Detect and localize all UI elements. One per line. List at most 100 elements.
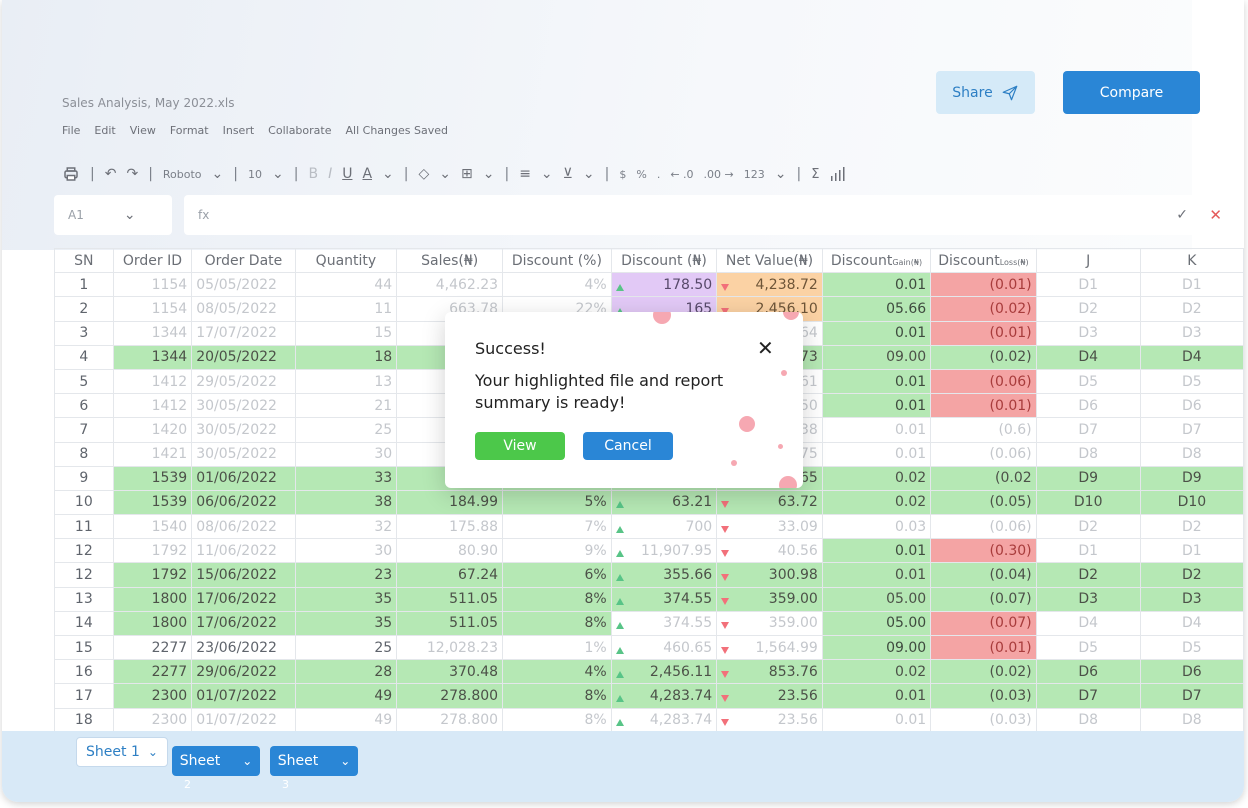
menu-file[interactable]: File — [62, 124, 80, 137]
discount-pct-cell[interactable]: 5% — [502, 489, 612, 516]
discount-loss-cell[interactable]: (0.02 — [930, 465, 1037, 491]
column-header[interactable]: Discount (₦) — [610, 247, 718, 274]
quantity-cell[interactable]: 13 — [294, 368, 398, 395]
column-header[interactable]: Order Date — [191, 247, 296, 274]
order-id-cell[interactable]: 1540 — [112, 514, 193, 540]
discount-pct-cell[interactable]: 6% — [502, 562, 612, 588]
order-id-cell[interactable]: 1539 — [112, 489, 193, 516]
quantity-cell[interactable]: 38 — [294, 489, 398, 516]
column-k-cell[interactable]: D6 — [1139, 659, 1244, 685]
order-date-cell[interactable]: 15/06/2022 — [191, 562, 296, 588]
discount-loss-cell[interactable]: (0.01) — [930, 320, 1037, 346]
chevron-down-icon[interactable]: ⌄ — [541, 166, 553, 182]
order-date-cell[interactable]: 01/07/2022 — [191, 707, 296, 733]
decrease-decimal-button[interactable]: ← .0 — [670, 168, 693, 181]
quantity-cell[interactable]: 21 — [294, 393, 398, 419]
chevron-down-icon[interactable]: ⌄ — [483, 166, 495, 182]
column-k-cell[interactable]: D3 — [1139, 586, 1244, 612]
net-value-cell[interactable]: 359.00 — [716, 586, 823, 612]
discount-gain-cell[interactable]: 0.02 — [821, 659, 932, 685]
discount-loss-cell[interactable]: (0.02) — [930, 344, 1037, 370]
quantity-cell[interactable]: 33 — [294, 465, 398, 491]
row-number[interactable]: 15 — [54, 634, 114, 661]
discount-loss-cell[interactable]: (0.02) — [930, 659, 1037, 685]
column-header[interactable]: SN — [54, 247, 114, 274]
sales-cell[interactable]: 370.48 — [396, 659, 504, 685]
order-date-cell[interactable]: 08/06/2022 — [191, 514, 296, 540]
discount-loss-cell[interactable]: (0.01) — [930, 272, 1037, 298]
net-value-cell[interactable]: 23.56 — [716, 683, 823, 709]
share-button[interactable]: Share — [936, 71, 1035, 114]
column-j-cell[interactable]: D6 — [1035, 659, 1141, 685]
discount-amount-cell[interactable]: 4,283.74 — [610, 683, 718, 709]
row-number[interactable]: 10 — [54, 489, 114, 516]
sales-cell[interactable]: 4,462.23 — [396, 272, 504, 298]
column-k-cell[interactable]: D2 — [1139, 562, 1244, 588]
discount-loss-cell[interactable]: (0.06) — [930, 514, 1037, 540]
order-id-cell[interactable]: 1154 — [112, 272, 193, 298]
chevron-down-icon[interactable]: ⌄ — [148, 745, 158, 759]
discount-loss-cell[interactable]: (0.05) — [930, 489, 1037, 516]
net-value-cell[interactable]: 40.56 — [716, 538, 823, 564]
order-id-cell[interactable]: 1800 — [112, 610, 193, 637]
compare-button[interactable]: Compare — [1063, 71, 1200, 114]
order-date-cell[interactable]: 30/05/2022 — [191, 417, 296, 443]
quantity-cell[interactable]: 32 — [294, 514, 398, 540]
order-id-cell[interactable]: 2300 — [112, 683, 193, 709]
discount-loss-cell[interactable]: (0.03) — [930, 683, 1037, 709]
column-k-cell[interactable]: D10 — [1139, 489, 1244, 516]
row-number[interactable]: 18 — [54, 707, 114, 733]
discount-amount-cell[interactable]: 700 — [610, 514, 718, 540]
discount-pct-cell[interactable]: 4% — [502, 659, 612, 685]
discount-pct-cell[interactable]: 7% — [502, 514, 612, 540]
fill-color-icon[interactable]: ◇ — [418, 166, 429, 182]
row-number[interactable]: 17 — [54, 683, 114, 709]
discount-gain-cell[interactable]: 05.66 — [821, 296, 932, 322]
formula-input[interactable]: fx ✓ ✕ — [184, 195, 1244, 235]
discount-gain-cell[interactable]: 0.01 — [821, 707, 932, 733]
number-format-button[interactable]: 123 — [744, 168, 765, 181]
order-date-cell[interactable]: 17/06/2022 — [191, 610, 296, 637]
row-number[interactable]: 8 — [54, 441, 114, 467]
cancel-button[interactable]: Cancel — [583, 432, 673, 460]
order-date-cell[interactable]: 01/07/2022 — [191, 683, 296, 709]
column-k-cell[interactable]: D5 — [1139, 634, 1244, 661]
sales-cell[interactable]: 511.05 — [396, 586, 504, 612]
discount-pct-cell[interactable]: 8% — [502, 610, 612, 637]
order-date-cell[interactable]: 23/06/2022 — [191, 634, 296, 661]
column-j-cell[interactable]: D1 — [1035, 272, 1141, 298]
discount-loss-cell[interactable]: (0.07) — [930, 610, 1037, 637]
column-k-cell[interactable]: D4 — [1139, 610, 1244, 637]
net-value-cell[interactable]: 1,564.99 — [716, 634, 823, 661]
order-id-cell[interactable]: 1344 — [112, 344, 193, 370]
row-number[interactable]: 1 — [54, 272, 114, 298]
bold-button[interactable]: B — [308, 166, 318, 182]
cell-reference-box[interactable]: A1 ⌄ — [54, 195, 172, 235]
column-header[interactable]: J — [1035, 247, 1141, 274]
chart-icon[interactable] — [829, 167, 845, 181]
row-number[interactable]: 14 — [54, 610, 114, 637]
column-k-cell[interactable]: D7 — [1139, 417, 1244, 443]
discount-gain-cell[interactable]: 0.01 — [821, 538, 932, 564]
discount-amount-cell[interactable]: 63.21 — [610, 489, 718, 516]
column-k-cell[interactable]: D8 — [1139, 707, 1244, 733]
sales-cell[interactable]: 184.99 — [396, 489, 504, 516]
column-k-cell[interactable]: D4 — [1139, 344, 1244, 370]
quantity-cell[interactable]: 35 — [294, 610, 398, 637]
discount-loss-cell[interactable]: (0.06) — [930, 441, 1037, 467]
discount-amount-cell[interactable]: 178.50 — [610, 272, 718, 298]
chevron-down-icon[interactable]: ⌄ — [272, 166, 284, 182]
order-id-cell[interactable]: 1412 — [112, 393, 193, 419]
column-j-cell[interactable]: D6 — [1035, 393, 1141, 419]
column-k-cell[interactable]: D2 — [1139, 296, 1244, 322]
column-j-cell[interactable]: D4 — [1035, 610, 1141, 637]
column-header[interactable]: DiscountGain(₦) — [821, 247, 932, 274]
discount-pct-cell[interactable]: 1% — [502, 634, 612, 661]
discount-pct-cell[interactable]: 8% — [502, 683, 612, 709]
quantity-cell[interactable]: 23 — [294, 562, 398, 588]
quantity-cell[interactable]: 25 — [294, 634, 398, 661]
order-date-cell[interactable]: 30/05/2022 — [191, 393, 296, 419]
row-number[interactable]: 5 — [54, 368, 114, 395]
row-number[interactable]: 6 — [54, 393, 114, 419]
discount-pct-cell[interactable]: 4% — [502, 272, 612, 298]
